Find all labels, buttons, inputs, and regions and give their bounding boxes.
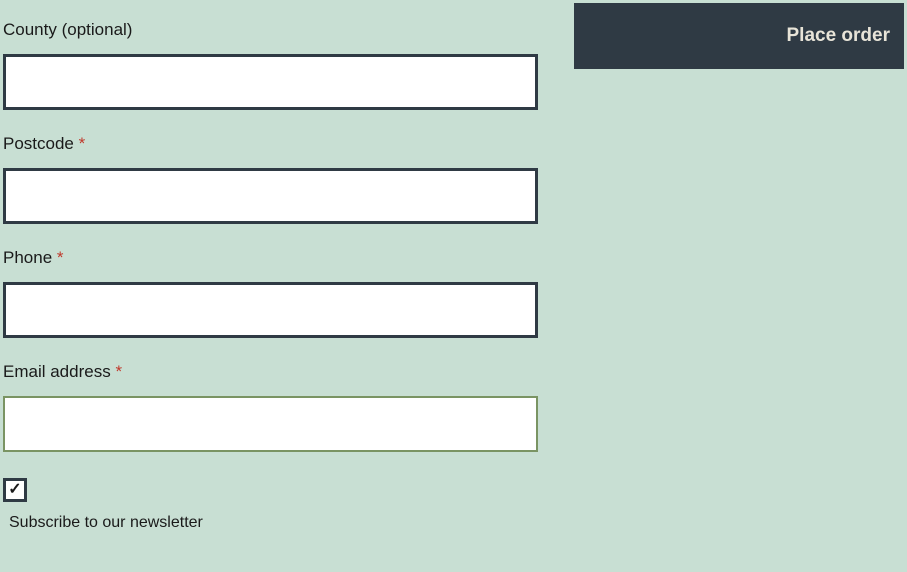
phone-field-group: Phone * (3, 248, 543, 338)
county-input[interactable] (3, 54, 538, 110)
newsletter-field-group: ✓ Subscribe to our newsletter (3, 478, 543, 532)
phone-input[interactable] (3, 282, 538, 338)
postcode-label-text: Postcode (3, 134, 79, 153)
phone-label: Phone * (3, 248, 543, 268)
newsletter-checkbox[interactable]: ✓ (3, 478, 27, 502)
postcode-field-group: Postcode * (3, 134, 543, 224)
county-field-group: County (optional) (3, 20, 543, 110)
email-field-group: Email address * (3, 362, 543, 452)
postcode-label: Postcode * (3, 134, 543, 154)
required-asterisk-icon: * (79, 134, 86, 153)
email-input[interactable] (3, 396, 538, 452)
email-label-text: Email address (3, 362, 115, 381)
billing-form: County (optional) Postcode * Phone * Ema… (3, 20, 543, 532)
required-asterisk-icon: * (115, 362, 122, 381)
phone-label-text: Phone (3, 248, 57, 267)
email-label: Email address * (3, 362, 543, 382)
place-order-button[interactable]: Place order (574, 3, 904, 69)
required-asterisk-icon: * (57, 248, 64, 267)
county-label: County (optional) (3, 20, 543, 40)
county-label-text: County (3, 20, 62, 39)
county-optional-text: (optional) (62, 20, 133, 39)
postcode-input[interactable] (3, 168, 538, 224)
newsletter-checkbox-label: Subscribe to our newsletter (3, 514, 543, 532)
